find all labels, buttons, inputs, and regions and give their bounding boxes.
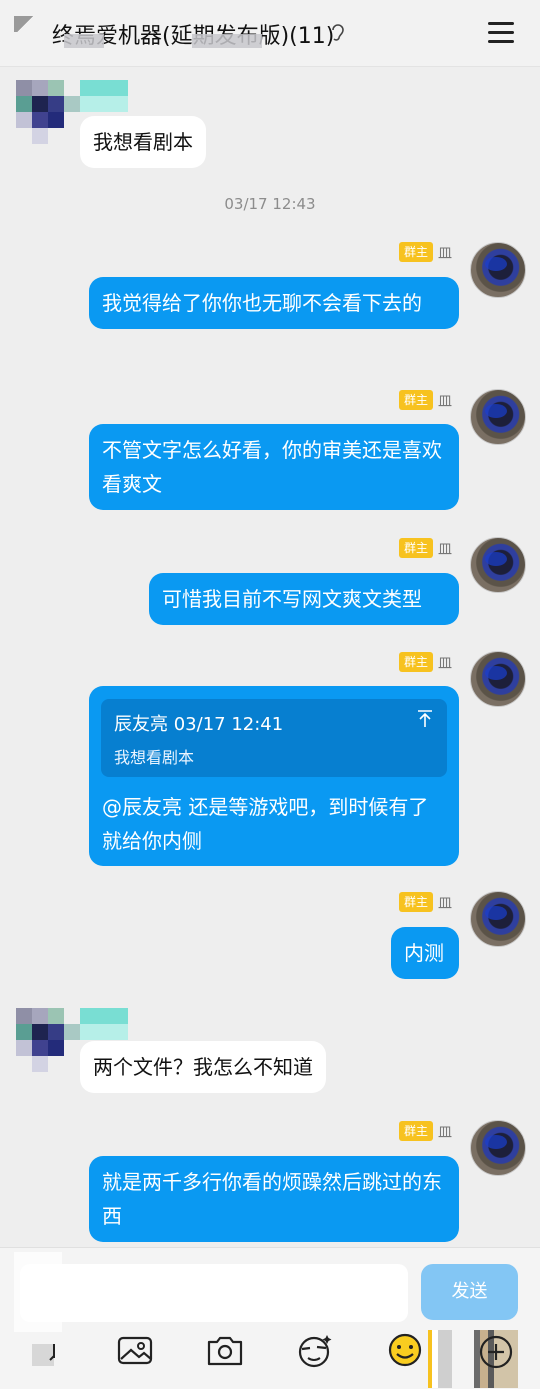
- message-bubble[interactable]: 我想看剧本: [80, 116, 206, 168]
- plus-icon[interactable]: [476, 1330, 516, 1370]
- message-bubble[interactable]: 不管文字怎么好看，你的审美还是喜欢看爽文: [89, 424, 459, 510]
- owner-badge: 群主: [399, 1121, 434, 1141]
- image-icon[interactable]: [116, 1330, 156, 1370]
- title-mosaic: [192, 34, 262, 48]
- title-mosaic: [64, 34, 104, 48]
- message-input[interactable]: [20, 1264, 408, 1322]
- owner-avatar[interactable]: [470, 242, 526, 298]
- owner-nickname: 皿: [438, 246, 452, 262]
- owner-nickname: 皿: [438, 542, 452, 558]
- owner-avatar[interactable]: [470, 537, 526, 593]
- hamburger-menu-icon[interactable]: [488, 22, 514, 44]
- back-icon[interactable]: [14, 16, 36, 32]
- quote-author-time: 辰友亮 03/17 12:41: [114, 714, 284, 735]
- reply-quote[interactable]: 辰友亮 03/17 12:41 我想看剧本: [101, 699, 447, 777]
- message-bubble[interactable]: 两个文件？我怎么不知道: [80, 1041, 326, 1093]
- owner-badge: 群主: [399, 390, 434, 410]
- blur-mosaic: [428, 1330, 452, 1388]
- jump-to-top-icon[interactable]: [417, 710, 433, 733]
- camera-icon[interactable]: [205, 1330, 245, 1370]
- owner-badge: 群主: [399, 538, 434, 558]
- message-text: @辰友亮 还是等游戏吧，到时候有了就给你内侧: [102, 795, 429, 853]
- quote-text: 我想看剧本: [114, 748, 195, 767]
- owner-nickname: 皿: [438, 896, 452, 912]
- message-bubble[interactable]: 就是两千多行你看的烦躁然后跳过的东西: [89, 1156, 459, 1242]
- owner-nickname: 皿: [438, 1125, 452, 1141]
- send-button[interactable]: 发送: [421, 1264, 518, 1320]
- owner-avatar[interactable]: [470, 651, 526, 707]
- chat-header: 终焉爱机器(延期发布版)(11): [0, 0, 540, 67]
- voice-icon[interactable]: [30, 1330, 70, 1370]
- owner-badge: 群主: [399, 892, 434, 912]
- message-bubble[interactable]: 可惜我目前不写网文爽文类型: [149, 573, 459, 625]
- owner-avatar[interactable]: [470, 891, 526, 947]
- owner-avatar[interactable]: [470, 1120, 526, 1176]
- emoji-icon[interactable]: [385, 1330, 425, 1370]
- owner-badge: 群主: [399, 242, 434, 262]
- owner-nickname: 皿: [438, 394, 452, 410]
- message-bubble[interactable]: 内测: [391, 927, 459, 979]
- owner-avatar[interactable]: [470, 389, 526, 445]
- ear-icon[interactable]: [331, 22, 345, 47]
- message-bubble[interactable]: 我觉得给了你你也无聊不会看下去的: [89, 277, 459, 329]
- message-timestamp: 03/17 12:43: [224, 195, 316, 213]
- sticker-icon[interactable]: [295, 1330, 335, 1370]
- owner-badge: 群主: [399, 652, 434, 672]
- owner-nickname: 皿: [438, 656, 452, 672]
- blur-mosaic: [14, 1252, 62, 1332]
